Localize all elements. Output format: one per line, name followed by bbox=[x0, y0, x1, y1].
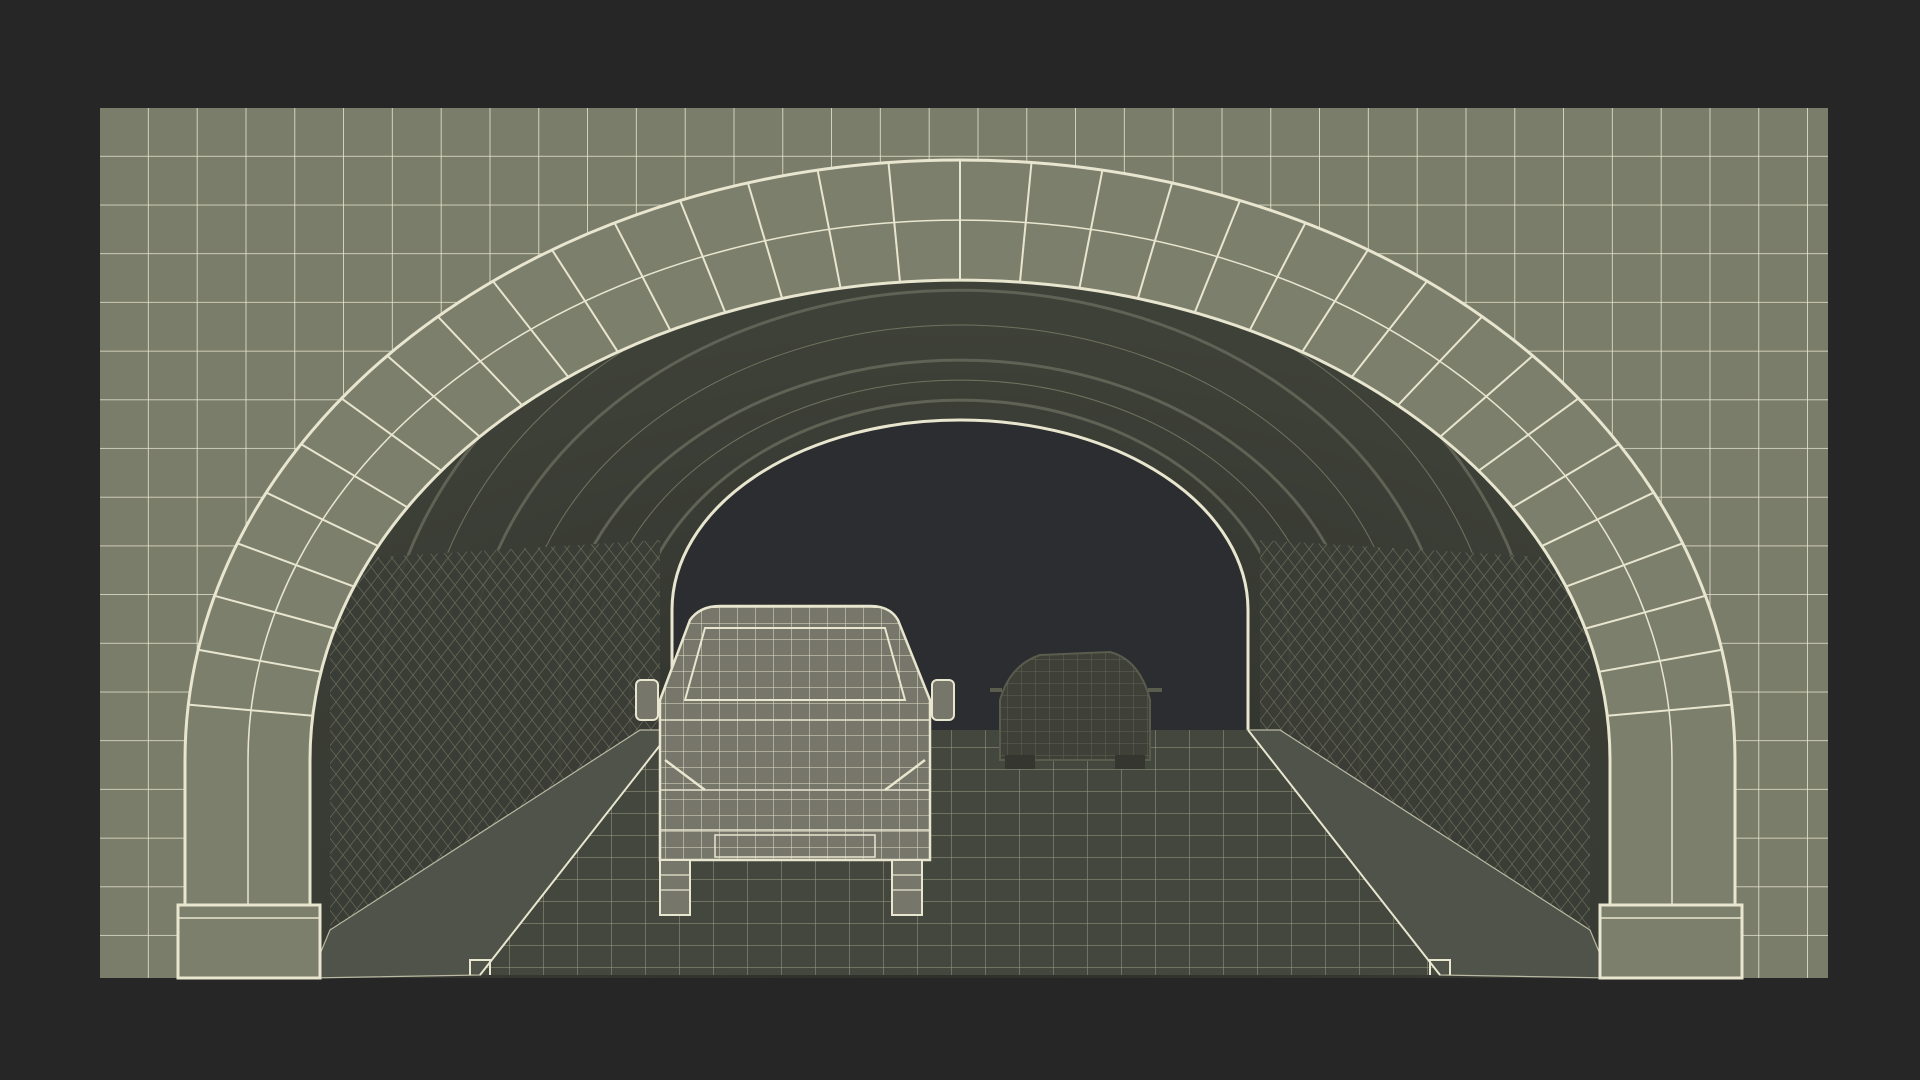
van-left-mirror bbox=[635, 679, 659, 721]
tunnel-scene-render bbox=[100, 108, 1828, 980]
van-windshield bbox=[683, 627, 907, 701]
left-arch-base bbox=[176, 903, 322, 980]
render-viewport bbox=[0, 0, 1920, 1080]
van-left-wheel bbox=[659, 859, 691, 916]
sedan bbox=[990, 650, 1162, 769]
right-arch-base bbox=[1598, 903, 1744, 980]
van-right-mirror bbox=[931, 679, 955, 721]
van-right-wheel bbox=[891, 859, 923, 916]
